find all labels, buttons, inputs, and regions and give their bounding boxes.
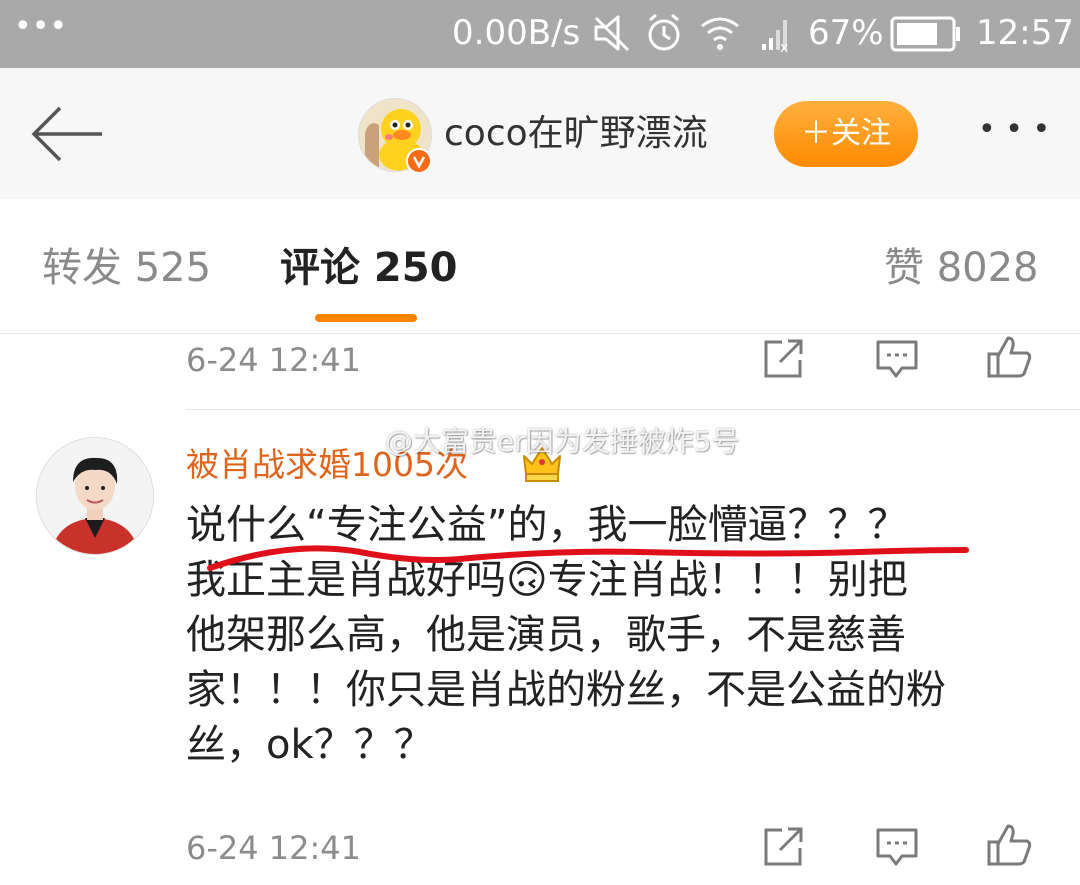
mute-icon xyxy=(594,15,630,52)
share-icon[interactable] xyxy=(760,824,806,870)
status-time: 12:57 xyxy=(976,13,1074,53)
wifi-icon xyxy=(701,17,739,50)
nav-username[interactable]: coco在旷野漂流 xyxy=(444,112,708,156)
net-speed: 0.00B/s xyxy=(452,13,581,53)
active-tab-indicator xyxy=(315,314,417,322)
battery-percent: 67% xyxy=(808,13,884,53)
tab-likes[interactable]: 赞 8028 xyxy=(884,243,1039,293)
weibo-watermark: @大富贵er因为发捶被炸5号 xyxy=(385,425,740,458)
follow-button[interactable]: ＋关注 xyxy=(774,101,918,167)
more-options-icon[interactable]: • • • xyxy=(978,108,1050,152)
comment-time: 6-24 12:41 xyxy=(186,829,362,867)
back-arrow-icon[interactable] xyxy=(28,104,106,164)
comment-line: 家！！！你只是肖战的粉丝，不是公益的粉 xyxy=(186,667,946,713)
commenter-avatar[interactable] xyxy=(36,437,154,555)
comment-icon[interactable] xyxy=(874,824,920,870)
like-icon[interactable] xyxy=(986,822,1032,868)
nav-bar: coco在旷野漂流 ＋关注 • • • xyxy=(0,68,1080,200)
tab-comments[interactable]: 评论 250 xyxy=(280,243,457,293)
comment-text: 说什么“专注公益”的，我一脸懵逼？？？ 我正主是肖战好吗🙃专注肖战！！！别把 他… xyxy=(186,498,1046,773)
share-icon[interactable] xyxy=(760,336,806,382)
alarm-icon xyxy=(648,13,680,51)
comment-line: 我正主是肖战好吗🙃专注肖战！！！别把 xyxy=(186,557,908,603)
comment-line: 说什么“专注公益”的，我一脸懵逼？？？ xyxy=(186,502,908,548)
status-dots: ••• xyxy=(14,9,68,44)
comment-line: 丝，ok？？？ xyxy=(186,722,434,768)
tab-bar: 转发 525 评论 250 赞 8028 xyxy=(0,199,1080,334)
comment-icon[interactable] xyxy=(874,336,920,382)
commenter-photo xyxy=(37,438,153,554)
comment-time: 6-24 12:41 xyxy=(186,341,362,379)
like-icon[interactable] xyxy=(986,334,1032,380)
svg-text:x: x xyxy=(780,40,788,56)
comment-line: 他架那么高，他是演员，歌手，不是慈善 xyxy=(186,612,906,658)
status-bar: ••• 0.00B/s x 67% 12:57 xyxy=(0,0,1080,68)
comment-divider xyxy=(186,409,1080,410)
battery-icon xyxy=(890,16,960,52)
verified-badge-icon xyxy=(406,148,432,174)
signal-icon: x xyxy=(762,20,788,56)
tab-reposts[interactable]: 转发 525 xyxy=(42,243,211,293)
